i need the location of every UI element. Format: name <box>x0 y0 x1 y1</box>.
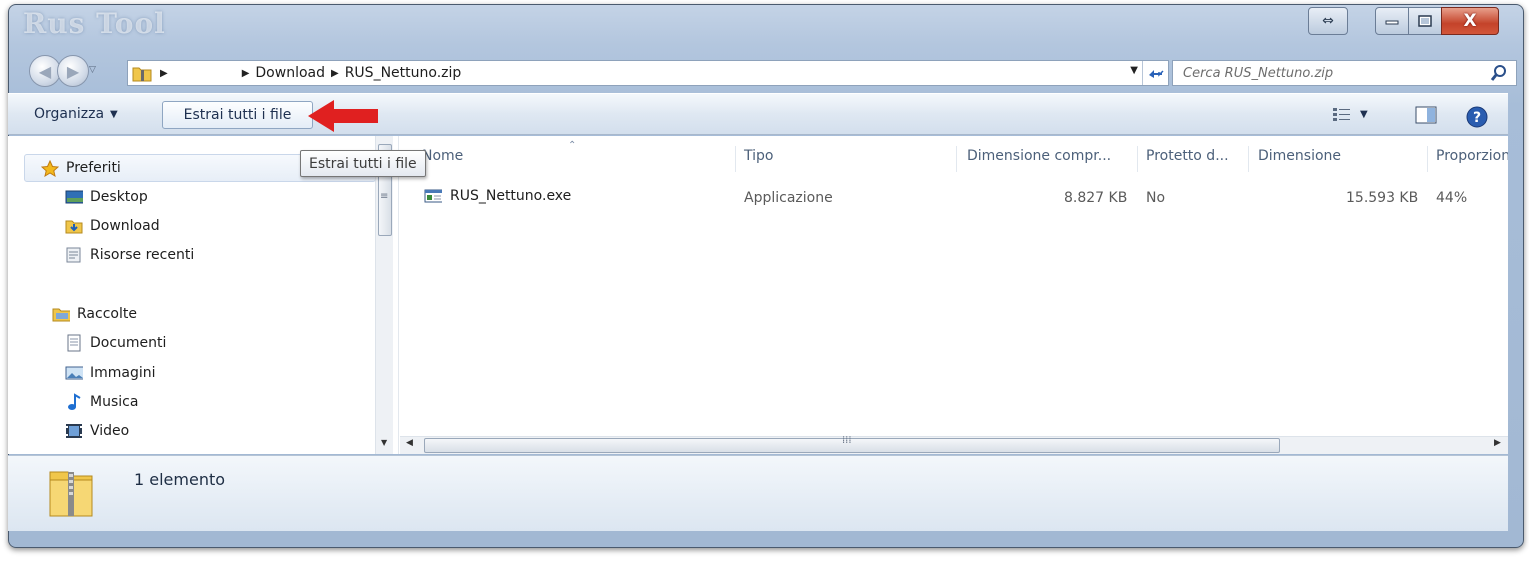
chevron-down-icon: ▼ <box>110 108 118 120</box>
column-header-ratio[interactable]: Proporzioni <box>1436 148 1508 164</box>
nav-item-desktop[interactable]: Desktop <box>65 189 148 205</box>
column-header-compressed-size[interactable]: Dimensione compr... <box>967 148 1111 164</box>
refresh-button[interactable] <box>1142 61 1168 85</box>
close-button[interactable]: X <box>1441 7 1499 35</box>
nav-libraries[interactable]: Raccolte <box>52 306 137 322</box>
scrollbar-thumb[interactable] <box>424 438 1280 453</box>
breadcrumb-separator-icon[interactable]: ▶ <box>242 68 250 79</box>
preview-pane-icon <box>1415 106 1437 124</box>
search-icon[interactable] <box>1490 64 1508 86</box>
column-header-size[interactable]: Dimensione <box>1258 148 1341 164</box>
maximize-button[interactable] <box>1408 7 1442 35</box>
sort-ascending-icon: ⌃ <box>568 140 577 151</box>
nav-item-video[interactable]: Video <box>65 423 129 439</box>
column-header-name[interactable]: Nome <box>422 148 463 164</box>
back-arrow-icon: ◀ <box>38 61 52 81</box>
nav-favorites-label: Preferiti <box>66 160 121 176</box>
breadcrumb-zip[interactable]: RUS_Nettuno.zip <box>345 65 462 81</box>
scroll-left-arrow-icon[interactable]: ◀ <box>406 438 413 448</box>
breadcrumb-separator-icon[interactable]: ▶ <box>331 68 339 79</box>
scroll-grip-icon: ⁞⁞⁞ <box>842 435 852 446</box>
extract-all-button[interactable]: Estrai tutti i file <box>162 101 313 129</box>
file-protected: No <box>1146 190 1166 206</box>
refresh-icon <box>1148 70 1164 78</box>
nav-item-download[interactable]: Download <box>65 218 160 234</box>
application-exe-icon <box>424 188 442 204</box>
video-film-icon <box>65 423 83 439</box>
svg-text:?: ? <box>1473 110 1481 126</box>
minimize-icon <box>1385 20 1399 25</box>
column-header-protected[interactable]: Protetto d... <box>1146 148 1229 164</box>
nav-item-label: Musica <box>90 394 139 410</box>
nav-item-label: Immagini <box>90 365 156 381</box>
forward-arrow-icon: ▶ <box>66 61 80 81</box>
nav-item-documents[interactable]: Documenti <box>65 334 167 352</box>
horizontal-scrollbar[interactable]: ◀ ⁞⁞⁞ ▶ <box>400 435 1508 454</box>
navigation-scrollbar[interactable]: ≡ ▼ <box>375 136 393 454</box>
command-bar: Organizza ▼ Estrai tutti i file <box>8 93 1508 135</box>
search-input[interactable] <box>1183 62 1483 84</box>
pane-splitter[interactable] <box>393 136 399 454</box>
navigation-pane: Preferiti Desktop Download Risorse recen… <box>8 136 376 454</box>
nav-item-label: Desktop <box>90 189 148 205</box>
nav-item-label: Video <box>90 423 130 439</box>
download-folder-icon <box>65 218 83 234</box>
recent-places-icon <box>65 247 83 263</box>
minimize-button[interactable] <box>1375 7 1409 35</box>
nav-item-label: Download <box>90 218 160 234</box>
zip-folder-icon <box>130 62 154 84</box>
change-view-button[interactable]: ▼ <box>1332 106 1368 122</box>
recent-pages-dropdown[interactable]: ▽ <box>89 65 96 75</box>
nav-item-recent[interactable]: Risorse recenti <box>65 247 194 263</box>
close-icon: X <box>1463 11 1477 31</box>
breadcrumb-download[interactable]: Download <box>255 65 325 81</box>
file-type: Applicazione <box>744 190 833 206</box>
red-pointer-arrow-icon <box>308 100 378 132</box>
scroll-down-arrow-icon[interactable]: ▼ <box>381 438 387 447</box>
music-note-icon <box>65 393 83 410</box>
file-name: RUS_Nettuno.exe <box>450 188 572 204</box>
forward-button[interactable]: ▶ <box>57 55 89 87</box>
desktop-icon <box>65 189 83 205</box>
view-dropdown-icon: ▼ <box>1360 108 1368 120</box>
help-button[interactable]: ? <box>1466 106 1488 132</box>
documents-icon <box>65 334 83 352</box>
view-list-icon <box>1333 108 1350 121</box>
organize-label: Organizza <box>34 106 105 122</box>
libraries-icon <box>52 306 70 322</box>
file-size: 15.593 KB <box>1346 190 1419 206</box>
scroll-right-arrow-icon[interactable]: ▶ <box>1494 438 1501 448</box>
pictures-icon <box>65 365 83 381</box>
file-ratio: 44% <box>1436 190 1468 206</box>
nav-libraries-label: Raccolte <box>77 306 137 322</box>
window-title: Rus Tool <box>23 7 166 40</box>
search-box[interactable] <box>1172 60 1517 86</box>
file-compressed-size: 8.827 KB <box>1064 190 1128 206</box>
organize-menu-button[interactable]: Organizza ▼ <box>34 106 118 122</box>
extract-tooltip: Estrai tutti i file <box>300 150 426 177</box>
preview-pane-button[interactable] <box>1415 106 1437 128</box>
scroll-grip-icon: ≡ <box>380 191 389 202</box>
file-list-pane: Nome ⌃ Tipo Dimensione compr... Protetto… <box>400 136 1508 454</box>
content-area: Preferiti Desktop Download Risorse recen… <box>8 136 1508 454</box>
nav-item-pictures[interactable]: Immagini <box>65 365 156 381</box>
maximize-icon <box>1418 15 1432 27</box>
nav-item-label: Documenti <box>90 335 167 351</box>
breadcrumb-root-arrow-icon[interactable]: ▶ <box>160 68 168 79</box>
column-header-type[interactable]: Tipo <box>744 148 773 164</box>
address-bar[interactable]: ▶ ▶ Download ▶ RUS_Nettuno.zip ▼ <box>127 60 1169 86</box>
resize-arrows-icon: ⇔ <box>1322 13 1334 29</box>
details-pane: 1 elemento <box>8 455 1508 531</box>
address-dropdown-icon[interactable]: ▼ <box>1130 65 1138 76</box>
nav-item-music[interactable]: Musica <box>65 393 139 410</box>
zip-folder-large-icon <box>46 464 96 524</box>
help-icon: ? <box>1466 106 1488 128</box>
resize-toggle-button[interactable]: ⇔ <box>1308 7 1348 35</box>
item-count: 1 elemento <box>134 470 226 489</box>
star-icon <box>41 159 59 177</box>
nav-item-label: Risorse recenti <box>90 247 195 263</box>
